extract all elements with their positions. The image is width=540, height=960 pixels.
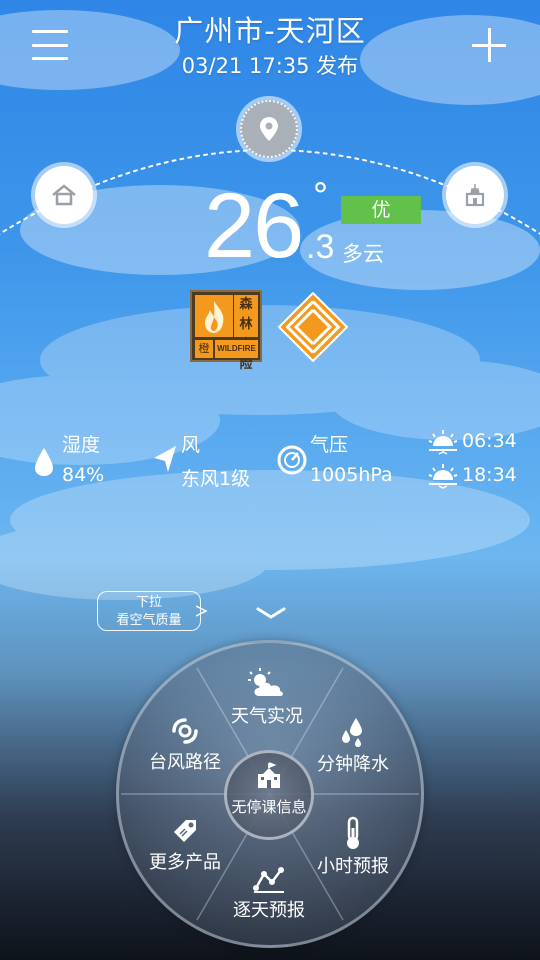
pull-hint-line2: 看空气质量	[116, 613, 182, 628]
wind-label: 风	[181, 434, 201, 456]
wheel-item-typhoon[interactable]: 台风路径	[135, 716, 235, 774]
tag-icon	[174, 820, 196, 842]
wind-value: 东风1级	[181, 468, 251, 490]
degree-symbol: °	[312, 176, 329, 216]
weather-condition: 多云	[342, 242, 384, 266]
city-title[interactable]: 广州市-天河区	[0, 8, 540, 50]
raindrops-icon	[342, 718, 362, 747]
humidity-label: 湿度	[62, 434, 101, 456]
wheel-label-hourly-forecast: 小时预报	[317, 856, 389, 877]
center-label: 无停课信息	[231, 798, 307, 816]
wheel-label-typhoon: 台风路径	[149, 752, 221, 773]
wind-direction-icon	[154, 446, 176, 472]
location-node-current[interactable]	[240, 100, 298, 158]
sunrise-icon	[428, 430, 458, 455]
forest-fire-alert[interactable]: 森林 火险 橙 WILDFIRE	[190, 290, 262, 372]
flame-icon	[195, 295, 233, 337]
speech-tail	[196, 605, 208, 617]
wheel-item-daily-forecast[interactable]: 逐天预报	[219, 864, 319, 922]
school-icon	[258, 762, 280, 788]
chevron-down-icon[interactable]	[256, 606, 286, 620]
alert-level: 橙	[195, 340, 213, 358]
wheel-item-rain[interactable]: 分钟降水	[303, 716, 403, 776]
home-icon	[52, 184, 76, 206]
alert-text-line1: 森林	[239, 297, 253, 332]
wheel-label-rain: 分钟降水	[317, 754, 389, 775]
trend-chart-icon	[253, 867, 284, 893]
typhoon-icon	[172, 718, 198, 744]
location-pin-icon	[260, 117, 278, 141]
pressure-value: 1005hPa	[310, 464, 393, 486]
humidity-drop-icon	[35, 448, 53, 476]
landmark-icon	[465, 184, 485, 207]
sun-cloud-icon	[248, 668, 283, 696]
add-city-button[interactable]	[470, 26, 508, 64]
temperature-integer: 26	[204, 175, 304, 277]
orange-alert-icon[interactable]	[278, 292, 348, 362]
alert-english: WILDFIRE	[215, 340, 258, 358]
sunset-icon	[428, 464, 458, 489]
pull-air-quality-hint[interactable]: 下拉 看空气质量	[97, 591, 201, 631]
wheel-label-live-weather: 天气实况	[231, 706, 303, 727]
thermometer-icon	[347, 816, 359, 849]
wheel-label-more-products: 更多产品	[149, 852, 221, 873]
location-node-landmark[interactable]	[446, 166, 504, 224]
sunrise-time: 06:34	[462, 430, 517, 452]
wheel-label-daily-forecast: 逐天预报	[233, 900, 305, 921]
aqi-badge[interactable]: 优	[341, 196, 421, 224]
pull-hint-line1: 下拉	[135, 595, 162, 610]
pressure-label: 气压	[310, 434, 349, 456]
location-node-home[interactable]	[35, 166, 93, 224]
temperature-decimal: .3	[306, 228, 335, 266]
publish-time: 03/21 17:35 发布	[181, 54, 359, 78]
humidity-value: 84%	[62, 464, 105, 486]
pressure-gauge-icon	[277, 445, 307, 475]
sunset-time: 18:34	[462, 464, 517, 486]
